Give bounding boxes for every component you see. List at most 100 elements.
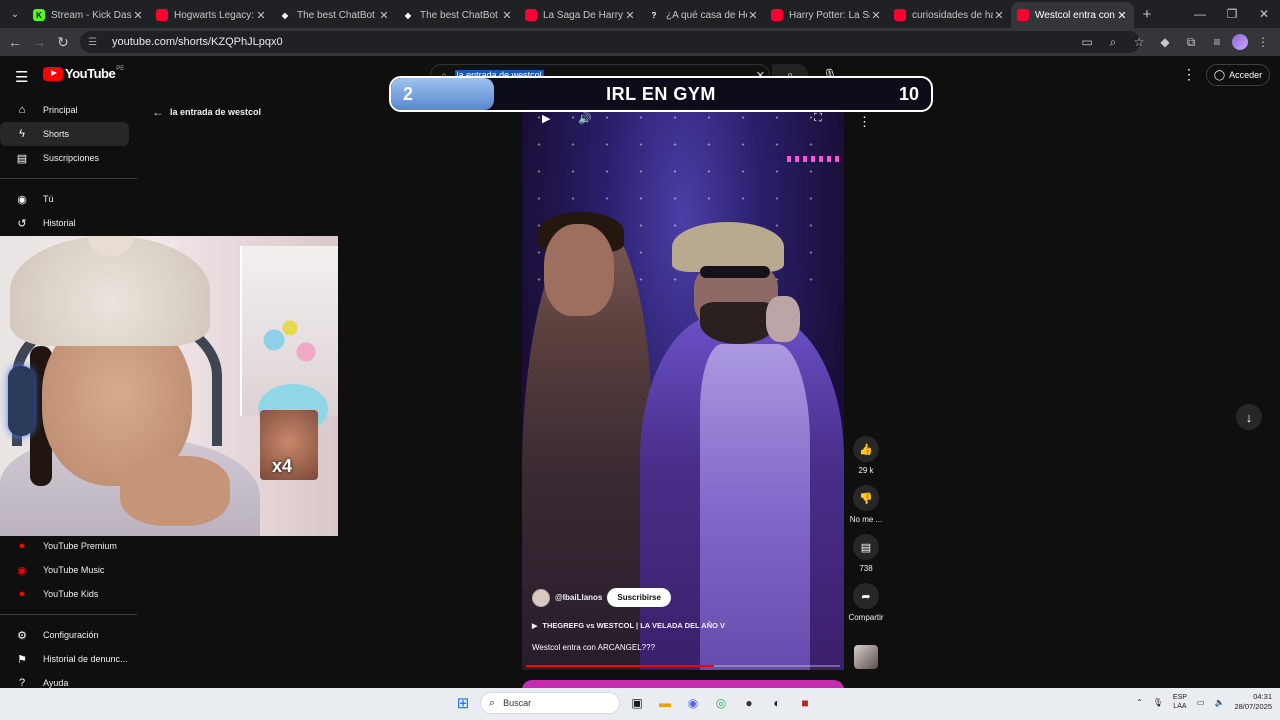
url-bar[interactable]: ☰ youtube.com/shorts/KZQPhJLpqx0 (80, 31, 1140, 53)
close-tab-icon[interactable]: ✕ (255, 9, 267, 22)
sidebar-item-youtube-kids[interactable]: ● YouTube Kids (0, 582, 129, 606)
media-icon[interactable]: ≡ (1206, 32, 1228, 52)
back-to-search[interactable]: ← la entrada de westcol (152, 105, 261, 119)
browser-tab[interactable]: ◆ The best ChatBot and✕ (273, 2, 396, 28)
play-icon[interactable]: ▶ (542, 112, 550, 125)
close-tab-icon[interactable]: ✕ (624, 9, 636, 22)
steam-icon[interactable]: ◐ (766, 692, 788, 714)
cast-icon[interactable]: ▭ (1076, 32, 1098, 52)
zoom-icon[interactable]: ⌕ (1102, 32, 1124, 52)
comments-action[interactable]: ▤ 738 (853, 534, 879, 573)
maximize-icon[interactable]: ❐ (1216, 0, 1248, 28)
short-video-player[interactable]: ▶ 🔊 ⛶ @IbaiLlanos Suscribirse ▶ THEGREFG… (522, 104, 844, 670)
tab-title: La Saga De Harry Pot (543, 9, 624, 21)
browser-tab[interactable]: La Saga De Harry Pot✕ (519, 2, 642, 28)
file-explorer-icon[interactable]: ▬ (654, 692, 676, 714)
sidebar-item-historial[interactable]: ↺ Historial (0, 211, 129, 235)
volume-icon[interactable]: 🔊 (578, 112, 592, 125)
browser-tab[interactable]: Westcol entra con AR✕ (1011, 2, 1134, 28)
obs-icon[interactable]: ● (738, 692, 760, 714)
stage-lights (787, 156, 839, 162)
video-progress-bar[interactable] (526, 665, 840, 667)
network-icon[interactable]: ▭ (1197, 698, 1205, 707)
volume-icon[interactable]: 🔈 (1214, 698, 1224, 707)
close-tab-icon[interactable]: ✕ (993, 9, 1005, 22)
close-tab-icon[interactable]: ✕ (1116, 9, 1128, 22)
browser-tab[interactable]: K Stream - Kick Dashbo✕ (27, 2, 150, 28)
taskbar-search[interactable]: ⌕ Buscar (480, 692, 620, 714)
task-view-icon[interactable]: ▣ (626, 692, 648, 714)
short-more-icon[interactable]: ⋮ (858, 114, 871, 130)
clock[interactable]: 04:31 28/07/2025 (1234, 692, 1272, 712)
like-action[interactable]: 👍 29 k (853, 436, 879, 475)
language-indicator[interactable]: ESP LAA (1173, 693, 1187, 711)
sidebar-item-historial-de-denunc[interactable]: ⚑ Historial de denunc... (0, 647, 129, 671)
sidebar-item-label: YouTube Kids (43, 589, 99, 599)
tray-chevron-icon[interactable]: ⌃ (1136, 698, 1143, 707)
playlist-link[interactable]: ▶ THEGREFG vs WESTCOL | LA VELADA DEL AÑ… (532, 621, 834, 630)
tab-favicon-icon: ? (651, 10, 657, 20)
browser-tab[interactable]: Harry Potter: La Saga✕ (765, 2, 888, 28)
settings-more-icon[interactable]: ⋮ (1182, 66, 1196, 83)
browser-tab[interactable]: ? ¿A qué casa de Hogw✕ (642, 2, 765, 28)
tab-favicon-icon (156, 9, 168, 21)
app-icon[interactable]: ■ (794, 692, 816, 714)
sidebar-item-principal[interactable]: ⌂ Principal (0, 98, 129, 122)
forward-icon[interactable]: → (27, 34, 51, 50)
sign-in-button[interactable]: ◯ Acceder (1206, 64, 1270, 86)
sound-thumbnail[interactable] (854, 645, 878, 669)
close-tab-icon[interactable]: ✕ (501, 9, 513, 22)
sidebar-item-youtube-music[interactable]: ◉ YouTube Music (0, 558, 129, 582)
profile-avatar[interactable] (1232, 34, 1248, 50)
sidebar-icon: ◉ (17, 564, 27, 577)
reload-icon[interactable]: ↻ (51, 34, 75, 51)
thumbs-up-icon: 👍 (853, 436, 879, 462)
close-tab-icon[interactable]: ✕ (747, 9, 759, 22)
share-action[interactable]: ➦ Compartir (848, 583, 884, 622)
close-window-icon[interactable]: ✕ (1248, 0, 1280, 28)
close-tab-icon[interactable]: ✕ (378, 9, 390, 22)
browser-tab[interactable]: curiosidades de harry✕ (888, 2, 1011, 28)
subscribe-button[interactable]: Suscribirse (607, 588, 671, 607)
chrome-icon[interactable]: ◎ (710, 692, 732, 714)
sidebar-item-t[interactable]: ◉ Tú (0, 187, 129, 211)
tab-search-chevron-icon[interactable]: ⌄ (3, 3, 27, 25)
short-info: @IbaiLlanos Suscribirse ▶ THEGREFG vs WE… (532, 588, 834, 652)
new-tab-button[interactable]: + (1134, 6, 1160, 23)
person-right-cap (672, 222, 784, 272)
search-icon: ⌕ (489, 696, 496, 709)
minimize-icon[interactable]: — (1184, 0, 1216, 28)
fullscreen-icon[interactable]: ⛶ (814, 112, 822, 125)
channel-name[interactable]: @IbaiLlanos (555, 593, 602, 602)
sidebar-item-configuraci-n[interactable]: ⚙ Configuración (0, 623, 129, 647)
close-tab-icon[interactable]: ✕ (132, 9, 144, 22)
site-info-icon[interactable]: ☰ (88, 37, 102, 48)
microphone-icon[interactable]: 🎙 (1153, 698, 1163, 707)
next-short-button[interactable]: ↓ (1236, 404, 1262, 430)
youtube-logo[interactable]: YouTube PE (43, 66, 124, 81)
webcam-overlay: x4 (0, 236, 338, 536)
beard (700, 302, 776, 344)
sidebar-icon: ◉ (17, 193, 27, 206)
sidebar-item-shorts[interactable]: ϟ Shorts (0, 122, 129, 146)
extension-gem-icon[interactable]: ◆ (1154, 32, 1176, 52)
dislike-action[interactable]: 👎 No me ... (850, 485, 882, 524)
url-text: youtube.com/shorts/KZQPhJLpqx0 (112, 36, 283, 48)
discord-icon[interactable]: ◉ (682, 692, 704, 714)
channel-avatar[interactable] (532, 588, 550, 607)
bookmark-star-icon[interactable]: ☆ (1128, 32, 1150, 52)
sidebar-icon: ⚙ (17, 629, 27, 642)
chrome-menu-icon[interactable]: ⋮ (1252, 32, 1274, 52)
windows-start-icon[interactable]: ⊞ (452, 692, 474, 714)
browser-tab[interactable]: Hogwarts Legacy: ¿Va✕ (150, 2, 273, 28)
person-left-head (544, 224, 614, 316)
lang-primary: ESP (1172, 694, 1187, 701)
sidebar-item-suscripciones[interactable]: ▤ Suscripciones (0, 146, 129, 170)
extensions-puzzle-icon[interactable]: ⧉ (1180, 32, 1202, 52)
menu-hamburger-icon[interactable]: ☰ (15, 68, 29, 86)
close-tab-icon[interactable]: ✕ (870, 9, 882, 22)
sidebar-item-youtube-premium[interactable]: ● YouTube Premium (0, 534, 129, 558)
back-icon[interactable]: ← (3, 34, 27, 50)
tab-title: Stream - Kick Dashbo (51, 9, 132, 21)
browser-tab[interactable]: ◆ The best ChatBot and✕ (396, 2, 519, 28)
